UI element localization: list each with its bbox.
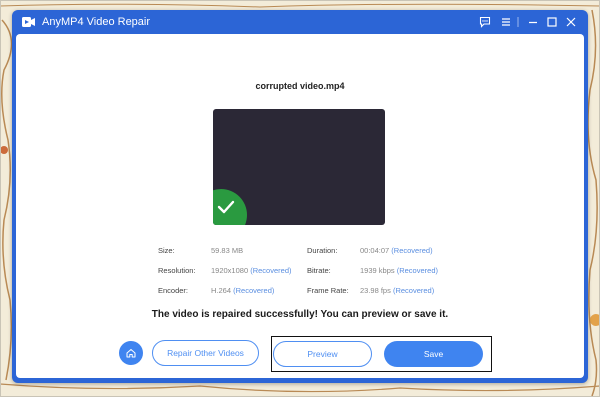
bitrate-field: 1939 kbps (Recovered)	[360, 266, 438, 276]
resolution-field: 1920x1080 (Recovered)	[211, 266, 291, 276]
duration-value: 00:04:07	[360, 246, 390, 255]
encoder-field: H.264 (Recovered)	[211, 286, 274, 296]
main-panel: corrupted video.mp4 Size: 59.83 MB Resol…	[16, 34, 584, 378]
maximize-icon	[547, 17, 557, 27]
size-label: Size:	[158, 246, 175, 255]
home-icon	[126, 349, 136, 358]
close-button[interactable]	[563, 14, 579, 30]
duration-recovered-tag: (Recovered)	[391, 246, 433, 255]
framerate-recovered-tag: (Recovered)	[392, 286, 435, 295]
duration-field: 00:04:07 (Recovered)	[360, 246, 433, 256]
feedback-button[interactable]	[477, 14, 493, 30]
success-message: The video is repaired successfully! You …	[151, 309, 449, 320]
video-info: Size: 59.83 MB Resolution: 1920x1080 (Re…	[16, 34, 584, 378]
bitrate-recovered-tag: (Recovered)	[396, 266, 438, 275]
app-window: AnyMP4 Video Repair corrupted video.mp4 …	[12, 10, 588, 383]
encoder-value: H.264	[211, 286, 232, 295]
bitrate-label: Bitrate:	[307, 266, 331, 275]
home-button[interactable]	[119, 341, 143, 365]
maximize-button[interactable]	[544, 14, 560, 30]
repair-other-videos-label: Repair Other Videos	[167, 348, 244, 358]
resolution-label: Resolution:	[158, 266, 196, 275]
bitrate-value: 1939 kbps	[360, 266, 395, 275]
minimize-icon	[529, 21, 537, 24]
encoder-label: Encoder:	[158, 286, 189, 295]
duration-label: Duration:	[307, 246, 338, 255]
anymp4-logo-icon	[22, 17, 35, 27]
framerate-value: 23.98 fps	[360, 286, 391, 295]
framerate-field: 23.98 fps (Recovered)	[360, 286, 434, 296]
resolution-value: 1920x1080	[211, 266, 249, 275]
size-value: 59.83 MB	[211, 246, 244, 255]
title-bar: AnyMP4 Video Repair	[12, 10, 588, 34]
menu-icon	[502, 18, 510, 26]
close-icon	[566, 17, 576, 27]
window-title: AnyMP4 Video Repair	[42, 16, 151, 28]
minimize-button[interactable]	[525, 14, 541, 30]
highlight-annotation	[271, 336, 492, 372]
repair-other-videos-button[interactable]: Repair Other Videos	[152, 340, 259, 366]
resolution-recovered-tag: (Recovered)	[250, 266, 292, 275]
feedback-icon	[479, 16, 491, 28]
framerate-label: Frame Rate:	[307, 286, 349, 295]
encoder-recovered-tag: (Recovered)	[233, 286, 275, 295]
menu-button[interactable]	[498, 14, 514, 30]
titlebar-divider	[516, 14, 520, 30]
